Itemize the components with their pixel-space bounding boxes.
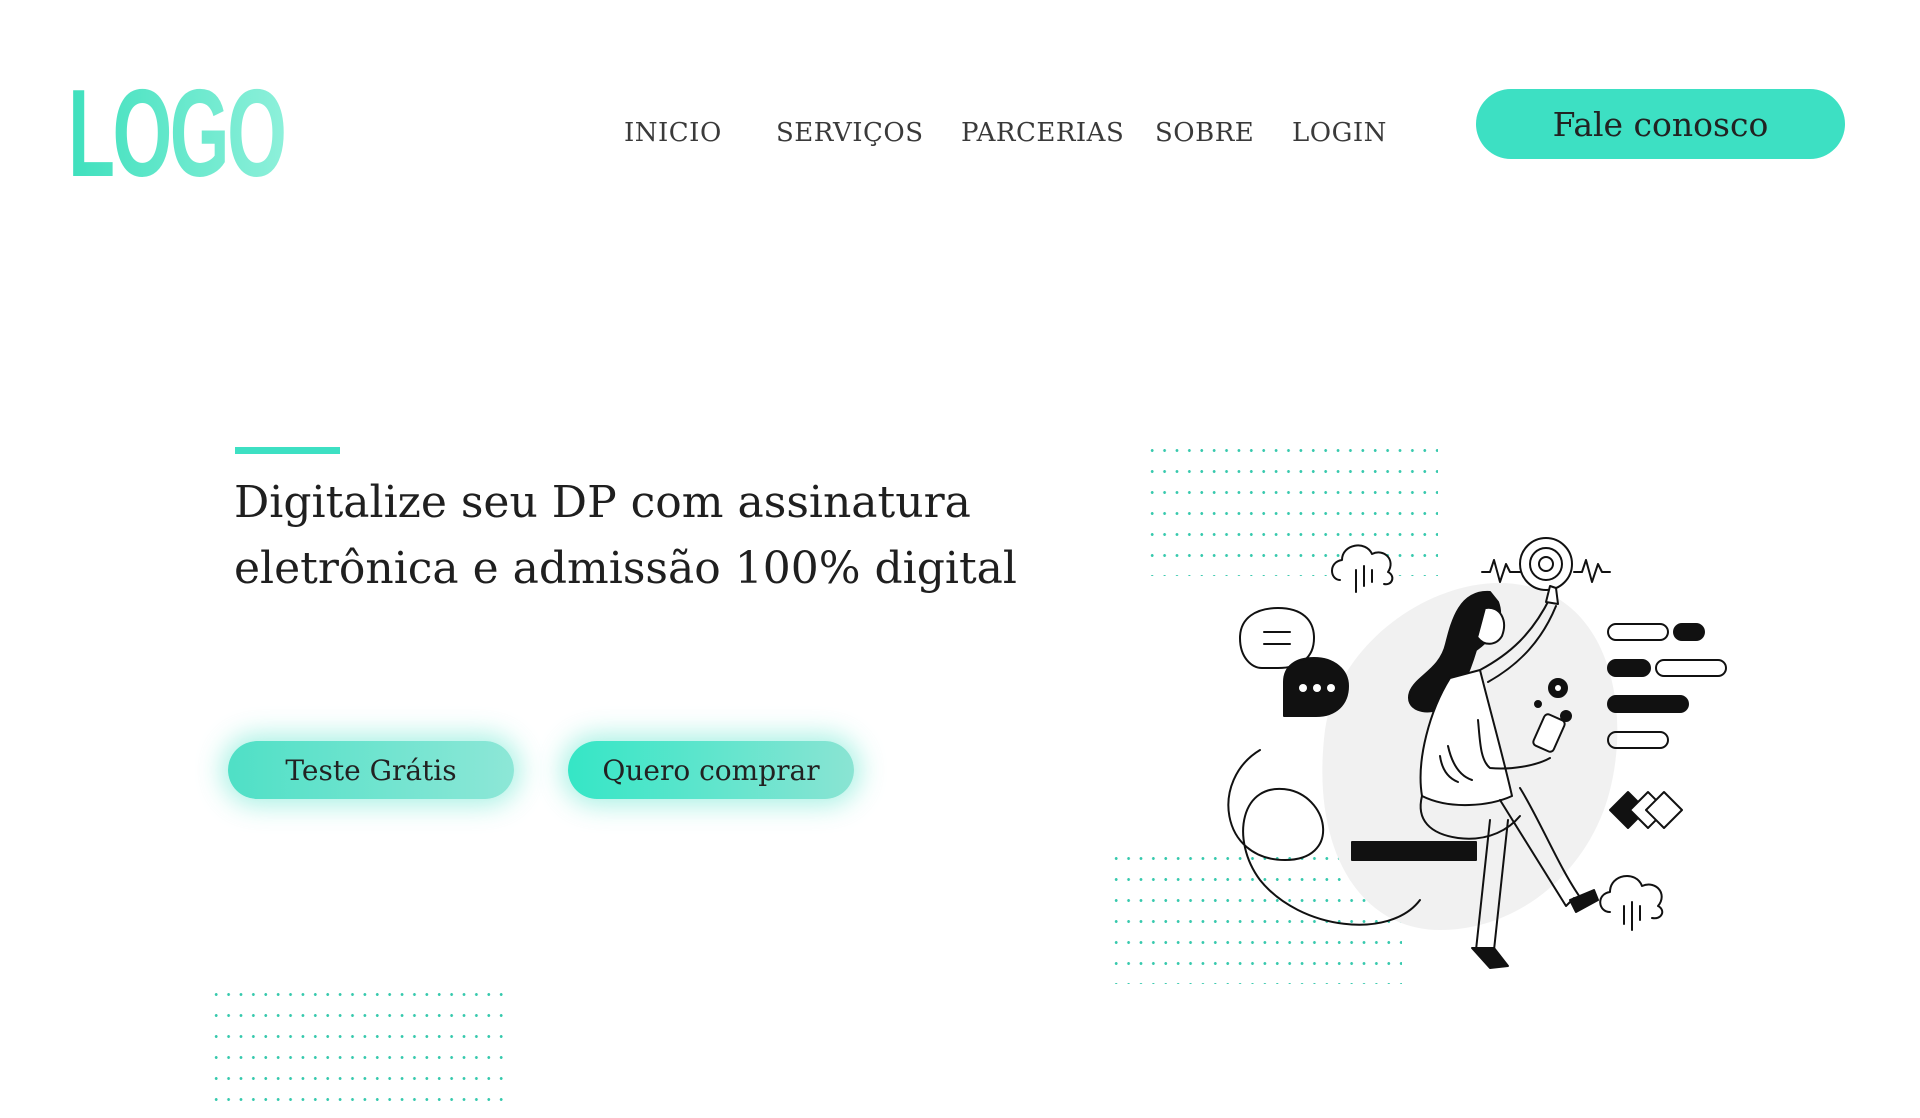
typing-bubble-icon — [1283, 657, 1349, 717]
hero-title: Digitalize seu DP com assinatura eletrôn… — [234, 470, 1054, 602]
logo[interactable]: LOGO — [68, 72, 287, 196]
hero-accent-bar — [235, 447, 340, 454]
hero-title-line-1: Digitalize seu DP com assinatura — [234, 477, 971, 528]
dot — [1534, 700, 1542, 708]
hero-title-line-2: eletrônica e admissão 100% digital — [234, 543, 1017, 594]
dot-pattern — [210, 984, 508, 1118]
nav-item-inicio[interactable]: INICIO — [624, 118, 722, 148]
free-trial-button[interactable]: Teste Grátis — [228, 741, 514, 799]
cloud-icon — [1599, 875, 1664, 931]
cloud-icon — [1331, 544, 1394, 593]
touch-icon — [1481, 537, 1611, 591]
buy-button[interactable]: Quero comprar — [568, 741, 854, 799]
nav-item-parcerias[interactable]: PARCERIAS — [961, 118, 1124, 148]
contact-button[interactable]: Fale conosco — [1476, 89, 1845, 159]
diamond-icon — [1609, 791, 1683, 829]
hero-illustration — [1227, 537, 1727, 969]
nav-item-servicos[interactable]: SERVIÇOS — [776, 118, 924, 148]
text-lines-icon — [1607, 623, 1727, 749]
nav-item-sobre[interactable]: SOBRE — [1155, 118, 1254, 148]
nav-item-login[interactable]: LOGIN — [1292, 118, 1387, 148]
